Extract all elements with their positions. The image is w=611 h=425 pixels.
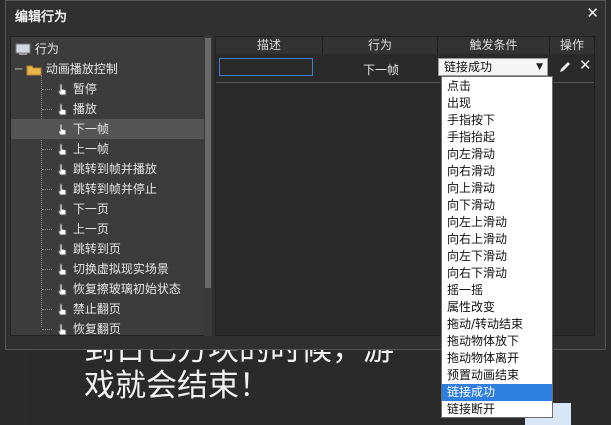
- hand-pointer-icon: [57, 323, 67, 335]
- tree-item-label: 跳转到帧并播放: [72, 162, 157, 176]
- hand-pointer-icon: [57, 223, 67, 235]
- hand-pointer-icon: [57, 103, 67, 115]
- header-trigger: 触发条件: [438, 37, 550, 54]
- dropdown-option[interactable]: 向左下滑动: [442, 248, 552, 265]
- tree-item-label: 上一页: [72, 222, 109, 236]
- dropdown-option[interactable]: 摇一摇: [442, 282, 552, 299]
- tree-item[interactable]: 跳转到帧并停止: [11, 179, 205, 199]
- dropdown-option[interactable]: 出现: [442, 95, 552, 112]
- tree-item[interactable]: 跳转到页: [11, 239, 205, 259]
- dropdown-option[interactable]: 链接断开: [442, 401, 552, 417]
- hand-pointer-icon: [57, 83, 67, 95]
- computer-icon: [15, 43, 31, 55]
- trigger-select[interactable]: 链接成功 ▼: [438, 58, 548, 76]
- tree-item[interactable]: 跳转到帧并播放: [11, 159, 205, 179]
- hand-pointer-icon: [57, 203, 67, 215]
- dropdown-option[interactable]: 预置动画结束: [442, 367, 552, 384]
- tree-item[interactable]: 暂停: [11, 79, 205, 99]
- tree-item[interactable]: 上一帧: [11, 139, 205, 159]
- tree-scrollbar[interactable]: [204, 36, 212, 336]
- tree-item-label: 恢复擦玻璃初始状态: [72, 282, 181, 296]
- tree-item[interactable]: 下一帧: [11, 119, 205, 139]
- dialog-close-button[interactable]: ✕: [586, 4, 599, 22]
- tree-item-label: 跳转到帧并停止: [72, 182, 157, 196]
- tree-item-label: 跳转到页: [72, 242, 121, 256]
- tree-item[interactable]: 播放: [11, 99, 205, 119]
- tree-item[interactable]: 恢复翻页: [11, 319, 205, 336]
- tree-root-label: 行为: [34, 42, 59, 56]
- header-behavior: 行为: [323, 37, 438, 54]
- dropdown-option[interactable]: 向左上滑动: [442, 214, 552, 231]
- tree-item-label: 暂停: [72, 82, 97, 96]
- dropdown-option[interactable]: 拖动物体放下: [442, 333, 552, 350]
- hand-pointer-icon: [57, 303, 67, 315]
- dropdown-option[interactable]: 向下滑动: [442, 197, 552, 214]
- tree-item[interactable]: 恢复擦玻璃初始状态: [11, 279, 205, 299]
- tree-scrollbar-thumb[interactable]: [205, 38, 211, 288]
- tree-item-label: 切换虚拟现实场景: [72, 262, 169, 276]
- hand-pointer-icon: [57, 123, 67, 135]
- dropdown-option[interactable]: 向上滑动: [442, 180, 552, 197]
- header-description: 描述: [216, 37, 323, 54]
- hand-pointer-icon: [57, 243, 67, 255]
- hand-pointer-icon: [57, 183, 67, 195]
- tree-item[interactable]: 上一页: [11, 219, 205, 239]
- behavior-value: 下一帧: [362, 63, 399, 77]
- tree-item-label: 禁止翻页: [72, 302, 121, 316]
- edit-pencil-icon[interactable]: [558, 60, 572, 74]
- tree-item[interactable]: 切换虚拟现实场景: [11, 259, 205, 279]
- dropdown-option[interactable]: 向右上滑动: [442, 231, 552, 248]
- tree-root[interactable]: 行为: [15, 39, 59, 59]
- dropdown-option[interactable]: 属性改变: [442, 299, 552, 316]
- tree-item-label: 恢复翻页: [72, 322, 121, 336]
- hand-pointer-icon: [57, 163, 67, 175]
- dropdown-option[interactable]: 向右滑动: [442, 163, 552, 180]
- dropdown-option[interactable]: 手指按下: [442, 112, 552, 129]
- delete-x-button[interactable]: ✕: [579, 56, 592, 74]
- dialog-title: 编辑行为: [15, 10, 68, 25]
- tree-folder[interactable]: ─ 动画播放控制: [15, 59, 118, 79]
- dropdown-option[interactable]: 点击: [442, 78, 552, 95]
- tree-item-label: 播放: [72, 102, 97, 116]
- header-actions: 操作: [550, 37, 594, 54]
- dropdown-option[interactable]: 向左滑动: [442, 146, 552, 163]
- tree-item-label: 下一帧: [72, 122, 109, 136]
- tree-folder-label: 动画播放控制: [45, 62, 118, 76]
- dropdown-option[interactable]: 链接成功: [442, 384, 552, 401]
- chevron-down-icon: ▼: [536, 62, 543, 72]
- hand-pointer-icon: [57, 143, 67, 155]
- description-input[interactable]: [219, 58, 313, 76]
- dropdown-option[interactable]: 向右下滑动: [442, 265, 552, 282]
- dialog-titlebar: 编辑行为 ✕: [6, 1, 605, 27]
- folder-icon: [26, 65, 42, 76]
- tree-item-label: 下一页: [72, 202, 109, 216]
- dropdown-option[interactable]: 拖动物体离开: [442, 350, 552, 367]
- hand-pointer-icon: [57, 283, 67, 295]
- dropdown-option[interactable]: 拖动/转动结束: [442, 316, 552, 333]
- trigger-select-value: 链接成功: [444, 60, 493, 74]
- dropdown-option[interactable]: 手指抬起: [442, 129, 552, 146]
- tree-item[interactable]: 禁止翻页: [11, 299, 205, 319]
- hand-pointer-icon: [57, 263, 67, 275]
- tree-item-label: 上一帧: [72, 142, 109, 156]
- behavior-tree: 行为 ─ 动画播放控制 暂停 播放 下一帧 上一帧 跳转到帧并播放 跳转到帧并停…: [10, 36, 206, 336]
- trigger-dropdown-list: 点击 出现 手指按下 手指抬起 向左滑动 向右滑动 向上滑动 向下滑动 向左上滑动 向右上滑动 向左…: [441, 76, 553, 418]
- tree-item[interactable]: 下一页: [11, 199, 205, 219]
